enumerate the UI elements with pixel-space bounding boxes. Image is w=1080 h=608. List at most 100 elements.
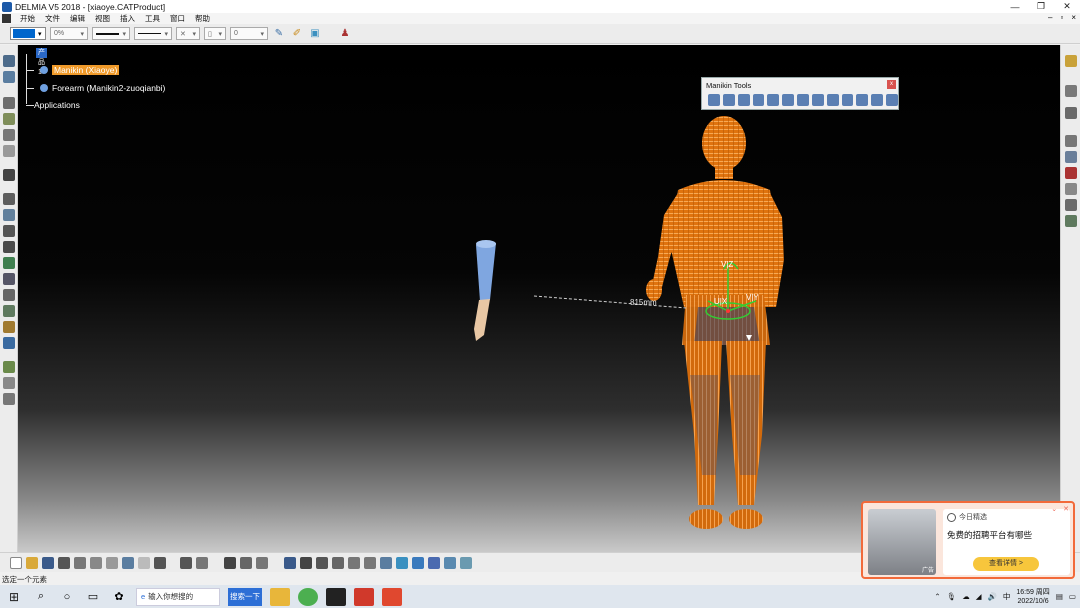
snap-icon[interactable] bbox=[1065, 183, 1077, 195]
iso-view-icon[interactable] bbox=[412, 557, 424, 569]
menu-edit[interactable]: 编辑 bbox=[65, 13, 90, 24]
properties-icon[interactable]: ▣ bbox=[308, 27, 322, 41]
anthropometry-icon[interactable] bbox=[752, 94, 765, 106]
ruler-icon[interactable] bbox=[3, 145, 15, 157]
constraint-icon[interactable] bbox=[3, 209, 15, 221]
undo-icon[interactable] bbox=[122, 557, 134, 569]
doc-minimize-icon[interactable]: – bbox=[1048, 13, 1052, 22]
browser-search-input[interactable]: e 输入你想搜的 bbox=[136, 587, 220, 606]
reach-icon[interactable] bbox=[856, 94, 869, 106]
manikin-forward-icon[interactable] bbox=[722, 94, 735, 106]
cortana-icon[interactable]: ○ bbox=[54, 585, 80, 608]
open-folder-icon[interactable] bbox=[871, 94, 884, 106]
fly-mode-icon[interactable] bbox=[284, 557, 296, 569]
new-manikin-icon[interactable] bbox=[708, 94, 720, 106]
save-icon[interactable] bbox=[886, 94, 898, 106]
doc-close-icon[interactable]: × bbox=[1071, 13, 1076, 22]
manikin-tools-panel[interactable]: Manikin Tools x bbox=[701, 77, 899, 110]
inverse-kinematics-icon[interactable] bbox=[3, 97, 15, 109]
reach-mode-icon[interactable] bbox=[1065, 151, 1077, 163]
whats-this-icon[interactable] bbox=[154, 557, 166, 569]
vision-icon[interactable] bbox=[3, 129, 15, 141]
pan-icon[interactable] bbox=[316, 557, 328, 569]
posture-editor-icon[interactable] bbox=[3, 55, 15, 67]
menu-view[interactable]: 视图 bbox=[90, 13, 115, 24]
copy-icon[interactable] bbox=[90, 557, 102, 569]
file-explorer-icon[interactable] bbox=[270, 587, 290, 606]
notification-icon[interactable]: ▤ bbox=[1056, 592, 1063, 601]
wps-office-icon[interactable] bbox=[354, 587, 374, 606]
posture-icon[interactable] bbox=[1065, 135, 1077, 147]
ad-thumbnail[interactable]: 广告 bbox=[868, 509, 936, 575]
tree-icon[interactable] bbox=[3, 361, 15, 373]
carry-icon[interactable] bbox=[3, 305, 15, 317]
cut-icon[interactable] bbox=[74, 557, 86, 569]
document-icon[interactable] bbox=[2, 14, 11, 23]
analysis-icon[interactable] bbox=[3, 241, 15, 253]
menu-file[interactable]: 文件 bbox=[40, 13, 65, 24]
save-file-icon[interactable] bbox=[42, 557, 54, 569]
windows-start-icon[interactable]: ⊞ bbox=[0, 585, 28, 608]
ad-close-icon[interactable]: ✕ bbox=[1063, 505, 1069, 513]
normal-view-icon[interactable] bbox=[380, 557, 392, 569]
popup-ad[interactable]: 广告 今日精选 免费的招聘平台有哪些 查看详情 > ⌄ ✕ bbox=[861, 501, 1075, 579]
search-button[interactable]: 搜索一下 bbox=[228, 587, 262, 606]
tree-node-manikin[interactable]: Manikin (Xiaoye) bbox=[26, 65, 120, 75]
zoom-in-icon[interactable] bbox=[348, 557, 360, 569]
measure-line[interactable] bbox=[533, 295, 687, 309]
action-center-icon[interactable]: ▭ bbox=[1069, 592, 1076, 601]
doc-restore-icon[interactable]: ▫ bbox=[1060, 13, 1063, 22]
manikin-model[interactable] bbox=[646, 116, 784, 529]
ad-cta-button[interactable]: 查看详情 > bbox=[973, 557, 1039, 571]
biomechanics-icon[interactable] bbox=[3, 321, 15, 333]
new-file-icon[interactable] bbox=[10, 557, 22, 569]
print-icon[interactable] bbox=[58, 557, 70, 569]
fit-all-icon[interactable] bbox=[300, 557, 312, 569]
3d-viewport[interactable]: V|Z U|X V|Y 815mm bbox=[18, 45, 1060, 552]
rotate-icon[interactable] bbox=[332, 557, 344, 569]
group-icon[interactable] bbox=[1065, 215, 1077, 227]
color-dropdown[interactable]: ▾ bbox=[10, 27, 46, 40]
paste-icon[interactable] bbox=[106, 557, 118, 569]
line-type-dropdown[interactable]: ▾ bbox=[134, 27, 172, 40]
hand-posture-icon[interactable] bbox=[3, 225, 15, 237]
menu-help[interactable]: 帮助 bbox=[190, 13, 215, 24]
tree-root-product[interactable]: 产品1 bbox=[36, 48, 47, 76]
browser-app-icon[interactable] bbox=[298, 587, 318, 606]
transparency-dropdown[interactable]: 0% ▾ bbox=[50, 27, 88, 40]
swap-visible-icon[interactable] bbox=[460, 557, 472, 569]
workbench-icon[interactable] bbox=[1065, 55, 1077, 67]
manikin-tools-close-button[interactable]: x bbox=[887, 80, 896, 89]
tree-node-applications[interactable]: Applications bbox=[26, 100, 80, 110]
select-arrow-icon[interactable] bbox=[1065, 85, 1077, 97]
spiral-icon[interactable] bbox=[3, 169, 15, 181]
export-icon[interactable] bbox=[841, 94, 854, 106]
restore-button[interactable]: ❐ bbox=[1028, 0, 1054, 13]
forearm-model[interactable] bbox=[474, 240, 496, 341]
measure-distance-icon[interactable] bbox=[3, 393, 15, 405]
shading-icon[interactable] bbox=[428, 557, 440, 569]
tree-node-forearm[interactable]: Forearm (Manikin2-zuoqianbi) bbox=[26, 83, 165, 93]
layer-dropdown[interactable]: 0 ▾ bbox=[230, 27, 268, 40]
zoom-out-icon[interactable] bbox=[364, 557, 376, 569]
menu-tools[interactable]: 工具 bbox=[140, 13, 165, 24]
multi-view-icon[interactable] bbox=[396, 557, 408, 569]
cloud-icon[interactable]: ☁ bbox=[962, 592, 970, 601]
network-icon[interactable]: ◢ bbox=[976, 592, 982, 601]
push-pull-icon[interactable] bbox=[3, 289, 15, 301]
manikin-icon[interactable]: ♟ bbox=[338, 27, 352, 41]
spine-icon[interactable] bbox=[767, 94, 780, 106]
pinwheel-app-icon[interactable]: ✿ bbox=[106, 585, 132, 608]
tray-expand-icon[interactable]: ⌃ bbox=[934, 592, 940, 601]
rendering-style-dropdown[interactable]: ▯ ▾ bbox=[204, 27, 226, 40]
painter-icon[interactable]: ✐ bbox=[290, 27, 304, 41]
play-icon[interactable] bbox=[3, 257, 15, 269]
constraint-red-icon[interactable] bbox=[1065, 167, 1077, 179]
delmia-taskbar-icon[interactable] bbox=[326, 587, 346, 606]
search-icon[interactable]: ⌕ bbox=[28, 585, 54, 608]
open-icon[interactable] bbox=[26, 557, 38, 569]
microphone-icon[interactable]: 🎙 bbox=[947, 592, 957, 601]
filter-icon[interactable] bbox=[256, 557, 268, 569]
screen-recorder-icon[interactable] bbox=[382, 587, 402, 606]
redo-icon[interactable] bbox=[138, 557, 150, 569]
